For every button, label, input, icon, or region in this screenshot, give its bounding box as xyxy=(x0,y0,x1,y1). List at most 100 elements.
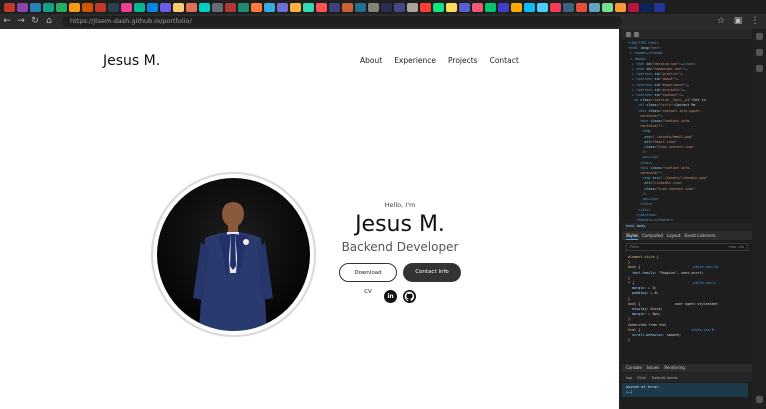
browser-tab[interactable] xyxy=(576,2,587,12)
tab-event-listeners[interactable]: Event Listeners xyxy=(685,231,716,240)
browser-tab[interactable] xyxy=(264,2,275,12)
elements-tree[interactable]: <!DOCTYPE html> <html lang="en"> ▸ <head… xyxy=(628,41,748,223)
browser-tab[interactable] xyxy=(524,2,535,12)
contact-info-button[interactable]: Contact Info xyxy=(403,263,461,282)
tab-issues[interactable]: Issues xyxy=(647,364,659,372)
browser-tab[interactable] xyxy=(563,2,574,12)
browser-tab[interactable] xyxy=(498,2,509,12)
download-cv-button[interactable]: Download CV xyxy=(339,263,397,295)
browser-tab[interactable] xyxy=(95,2,106,12)
device-icon[interactable] xyxy=(634,31,639,37)
browser-tab[interactable] xyxy=(82,2,93,12)
browser-tab[interactable] xyxy=(316,2,327,12)
browser-tab[interactable] xyxy=(615,2,626,12)
browser-tab[interactable] xyxy=(472,2,483,12)
console-line: (…) xyxy=(626,390,633,394)
browser-tab[interactable] xyxy=(30,2,41,12)
browser-tab[interactable] xyxy=(251,2,262,12)
browser-tab[interactable] xyxy=(511,2,522,12)
browser-tab[interactable] xyxy=(485,2,496,12)
browser-tab[interactable] xyxy=(238,2,249,12)
log-levels[interactable]: Default levels xyxy=(652,373,678,382)
address-bar[interactable]: https://jtsem-dash.github.io/portfolio/ xyxy=(62,16,622,27)
bookmark-icon[interactable] xyxy=(755,49,763,56)
tab-styles[interactable]: Styles xyxy=(626,231,639,240)
plus-icon[interactable] xyxy=(755,65,763,72)
extensions-icon[interactable]: ▣ xyxy=(731,15,745,28)
browser-tab[interactable] xyxy=(212,2,223,12)
browser-tab[interactable] xyxy=(420,2,431,12)
star-icon[interactable]: ☆ xyxy=(714,15,728,28)
browser-tab[interactable] xyxy=(433,2,444,12)
browser-tab[interactable] xyxy=(381,2,392,12)
browser-tab[interactable] xyxy=(199,2,210,12)
browser-tab[interactable] xyxy=(4,2,15,12)
github-icon[interactable] xyxy=(403,290,416,303)
tab-layout[interactable]: Layout xyxy=(667,231,681,240)
browser-tab[interactable] xyxy=(160,2,171,12)
filter-toggles[interactable]: :hov .cls xyxy=(728,244,747,250)
forward-icon[interactable]: → xyxy=(14,15,28,28)
nav-experience[interactable]: Experience xyxy=(394,56,436,65)
tab-computed[interactable]: Computed xyxy=(642,231,663,240)
linkedin-icon[interactable]: in xyxy=(384,290,397,303)
browser-tab[interactable] xyxy=(225,2,236,12)
devtools-panel: <!DOCTYPE html> <html lang="en"> ▸ <head… xyxy=(622,29,766,409)
browser-tab[interactable] xyxy=(329,2,340,12)
styles-pane[interactable]: element.style { } body { style.css:14 fo… xyxy=(628,255,748,343)
browser-tab[interactable] xyxy=(108,2,119,12)
styles-filter-input[interactable]: Filter :hov .cls xyxy=(626,243,748,251)
browser-tab[interactable] xyxy=(355,2,366,12)
home-icon[interactable]: ⌂ xyxy=(42,15,56,28)
browser-tab[interactable] xyxy=(537,2,548,12)
console-filter[interactable]: Filter xyxy=(637,373,646,382)
profile-photo-frame xyxy=(153,174,314,335)
back-icon[interactable]: ← xyxy=(0,15,14,28)
site-logo[interactable]: Jesus M. xyxy=(103,53,160,69)
browser-tab[interactable] xyxy=(407,2,418,12)
browser-tab[interactable] xyxy=(121,2,132,12)
hero-name: Jesus M. xyxy=(355,212,445,237)
reload-icon[interactable]: ↻ xyxy=(28,15,42,28)
nav-projects[interactable]: Projects xyxy=(448,56,478,65)
context-selector[interactable]: top xyxy=(626,373,632,382)
styles-tabs: Styles Computed Layout Event Listeners xyxy=(622,231,766,240)
menu-icon[interactable]: ⋮ xyxy=(748,15,762,28)
browser-tab[interactable] xyxy=(394,2,405,12)
browser-tab[interactable] xyxy=(56,2,67,12)
browser-tab[interactable] xyxy=(628,2,639,12)
devtools-breadcrumb[interactable]: html body xyxy=(622,223,766,230)
browser-tab[interactable] xyxy=(134,2,145,12)
search-icon[interactable] xyxy=(755,33,763,40)
browser-tab[interactable] xyxy=(17,2,28,12)
browser-tab[interactable] xyxy=(602,2,613,12)
browser-tab[interactable] xyxy=(186,2,197,12)
site-nav: About Experience Projects Contact xyxy=(360,56,519,65)
browser-tab[interactable] xyxy=(459,2,470,12)
console-toolbar: top Filter Default levels xyxy=(622,373,766,382)
browser-tab[interactable] xyxy=(641,2,652,12)
browser-tab[interactable] xyxy=(342,2,353,12)
inspect-icon[interactable] xyxy=(626,31,631,37)
browser-tab[interactable] xyxy=(147,2,158,12)
browser-tab[interactable] xyxy=(589,2,600,12)
browser-tab[interactable] xyxy=(69,2,80,12)
browser-tab[interactable] xyxy=(290,2,301,12)
browser-toolbar: ← → ↻ ⌂ https://jtsem-dash.github.io/por… xyxy=(0,14,766,29)
settings-icon[interactable] xyxy=(755,396,763,403)
side-panel-rail xyxy=(752,29,766,409)
tab-rendering[interactable]: Rendering xyxy=(664,364,684,372)
browser-tab[interactable] xyxy=(43,2,54,12)
nav-about[interactable]: About xyxy=(360,56,382,65)
browser-tab[interactable] xyxy=(654,2,665,12)
browser-tab[interactable] xyxy=(303,2,314,12)
tab-console[interactable]: Console xyxy=(626,364,642,372)
browser-tab[interactable] xyxy=(173,2,184,12)
browser-tab[interactable] xyxy=(368,2,379,12)
browser-tab[interactable] xyxy=(446,2,457,12)
profile-photo xyxy=(157,178,310,331)
browser-tab[interactable] xyxy=(277,2,288,12)
hero-role: Backend Developer xyxy=(341,240,459,254)
nav-contact[interactable]: Contact xyxy=(490,56,519,65)
browser-tab[interactable] xyxy=(550,2,561,12)
